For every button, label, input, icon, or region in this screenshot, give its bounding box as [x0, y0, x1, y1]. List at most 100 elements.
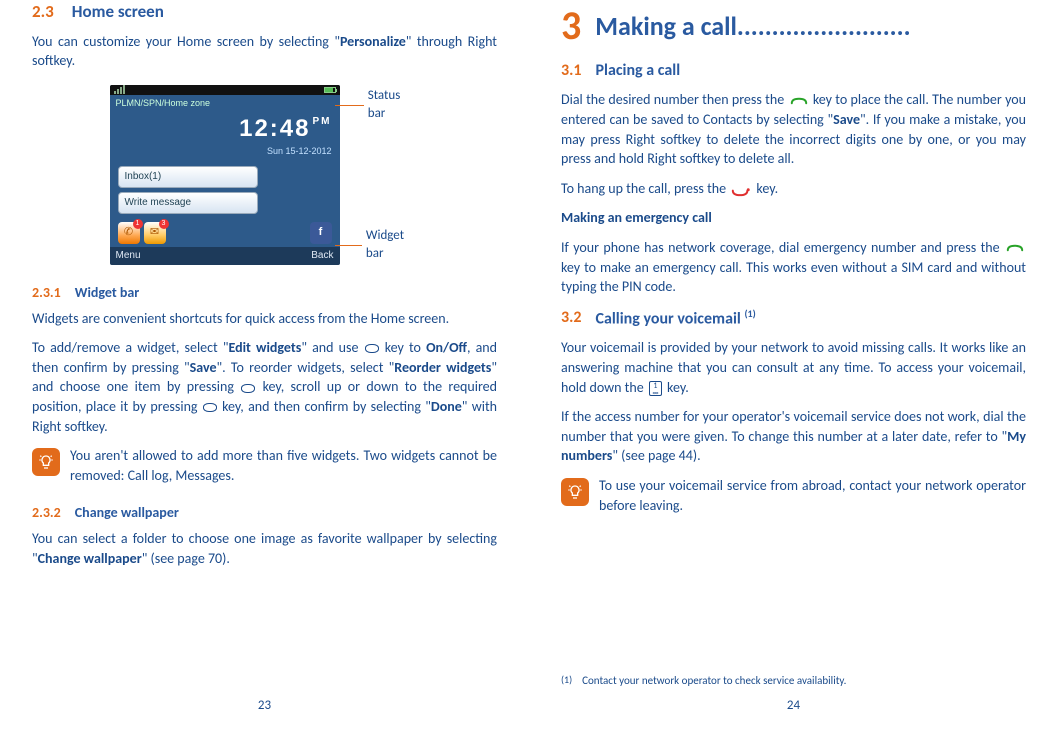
note-widget-limit: You aren't allowed to add more than five…: [32, 446, 497, 485]
ok-key-icon: [365, 344, 379, 353]
zone-label: PLMN/SPN/Home zone: [110, 95, 340, 110]
text: key to make an emergency call. This work…: [561, 259, 1026, 296]
time-pm: PM: [313, 115, 332, 129]
placing-call-text: Dial the desired number then press the k…: [561, 90, 1026, 168]
section-number: 2.3: [32, 0, 54, 24]
bold: Save: [833, 111, 860, 128]
hangup-text: To hang up the call, press the key.: [561, 179, 1026, 199]
section-title: Calling your voicemail (1): [596, 307, 756, 331]
bold: Done: [431, 398, 462, 415]
text: " (see page 44).: [612, 447, 700, 464]
callout-label: Widget bar: [366, 227, 420, 263]
inbox-widget: Inbox(1): [118, 166, 258, 188]
phone-mock: PLMN/SPN/Home zone 12:48PM Sun 15-12-201…: [110, 85, 340, 265]
text: key, and then confirm by selecting ": [218, 398, 431, 415]
app-icon-1: ✆ 1: [118, 222, 140, 244]
bold: Making an emergency call: [561, 209, 712, 226]
voicemail-text-1: Your voicemail is provided by your netwo…: [561, 338, 1026, 397]
tip-icon: [561, 478, 589, 506]
text: Calling your voicemail: [596, 309, 745, 328]
section-number: 3.1: [561, 60, 582, 82]
phone-icon: ✆: [124, 225, 133, 240]
chapter-number: 3: [561, 6, 581, 46]
footnote-1: (1) Contact your network operator to che…: [561, 653, 1026, 688]
subsection-title: Widget bar: [75, 283, 140, 303]
widget-intro: Widgets are convenient shortcuts for qui…: [32, 309, 497, 329]
personalize-bold: Personalize: [340, 33, 406, 50]
mail-icon: ✉: [150, 225, 159, 240]
text: key.: [664, 379, 689, 396]
softkey-menu: Menu: [116, 249, 141, 263]
section-3-2-heading: 3.2 Calling your voicemail (1): [561, 307, 1026, 331]
text: If the access number for your operator's…: [561, 408, 1026, 445]
time: 12:48: [239, 112, 310, 146]
end-key-icon: [731, 184, 751, 195]
widget-instructions: To add/remove a widget, select "Edit wid…: [32, 338, 497, 436]
tip-icon: [32, 448, 60, 476]
section-number: 3.2: [561, 307, 582, 331]
callout-widget-bar: Widget bar: [335, 227, 420, 263]
emergency-text: If your phone has network coverage, dial…: [561, 238, 1026, 297]
callout-status-bar: Status bar: [335, 87, 420, 123]
signal-icon: [114, 85, 125, 94]
text: If your phone has network coverage, dial…: [561, 239, 1004, 256]
footnote-marker: (1): [744, 307, 755, 320]
text: key.: [753, 180, 778, 197]
ok-key-icon: [241, 384, 255, 393]
send-key-icon: [790, 96, 808, 107]
home-screen-intro: You can customize your Home screen by se…: [32, 32, 497, 71]
subsection-number: 2.3.2: [32, 503, 61, 523]
text: To add/remove a widget, select ": [32, 339, 228, 356]
bold: Edit widgets: [228, 339, 301, 356]
ok-key-icon: [203, 403, 217, 412]
text: " and use: [301, 339, 363, 356]
bold: Save: [190, 359, 217, 376]
section-3-1-heading: 3.1 Placing a call: [561, 60, 1026, 82]
text: Dial the desired number then press the: [561, 91, 788, 108]
bold: Reorder widgets: [394, 359, 491, 376]
bold: Change wallpaper: [38, 550, 142, 567]
subsection-title: Change wallpaper: [75, 503, 179, 523]
footnote-marker: (1): [561, 673, 572, 688]
key-1-voicemail-icon: 1: [649, 381, 662, 396]
voicemail-text-2: If the access number for your operator's…: [561, 407, 1026, 466]
bold: On/Off: [426, 339, 467, 356]
chapter-title: Making a call.........................: [595, 8, 1026, 44]
status-bar: [110, 85, 340, 95]
note-voicemail-abroad: To use your voicemail service from abroa…: [561, 476, 1026, 515]
text: ". To reorder widgets, select ": [217, 359, 395, 376]
facebook-icon: f: [310, 222, 332, 244]
note-text: To use your voicemail service from abroa…: [599, 476, 1026, 515]
note-text: You aren't allowed to add more than five…: [70, 446, 497, 485]
section-title: Home screen: [72, 0, 164, 24]
write-message-widget: Write message: [118, 192, 258, 214]
softkey-back: Back: [311, 249, 333, 263]
text: key to: [380, 339, 427, 356]
page-number-left: 23: [32, 689, 497, 715]
subsection-number: 2.3.1: [32, 283, 61, 303]
app-icon-2: ✉ 3: [144, 222, 166, 244]
widget-bar: ✆ 1 ✉ 3 f: [110, 218, 340, 248]
section-2-3-heading: 2.3 Home screen: [32, 0, 497, 24]
text: To hang up the call, press the: [561, 180, 729, 197]
chapter-3-heading: 3 Making a call.........................: [561, 6, 1026, 46]
badge: 1: [133, 219, 143, 229]
page-number-right: 24: [561, 689, 1026, 715]
date: Sun 15-12-2012: [239, 145, 331, 158]
section-2-3-1-heading: 2.3.1 Widget bar: [32, 283, 497, 303]
text: " (see page 70).: [142, 550, 230, 567]
badge: 3: [159, 219, 169, 229]
figure-home-screen: PLMN/SPN/Home zone 12:48PM Sun 15-12-201…: [32, 85, 497, 265]
text: You can customize your Home screen by se…: [32, 33, 340, 50]
page-left: 2.3 Home screen You can customize your H…: [0, 0, 529, 729]
callout-label: Status bar: [368, 87, 420, 123]
text: Your voicemail is provided by your netwo…: [561, 339, 1026, 395]
section-title: Placing a call: [596, 60, 681, 82]
page-right: 3 Making a call.........................…: [529, 0, 1058, 729]
clock-widget: 12:48PM Sun 15-12-2012: [239, 112, 331, 158]
send-key-icon: [1006, 243, 1024, 254]
footnote-text: Contact your network operator to check s…: [582, 673, 846, 688]
emergency-heading: Making an emergency call: [561, 208, 1026, 228]
section-2-3-2-heading: 2.3.2 Change wallpaper: [32, 503, 497, 523]
wallpaper-text: You can select a folder to choose one im…: [32, 529, 497, 568]
